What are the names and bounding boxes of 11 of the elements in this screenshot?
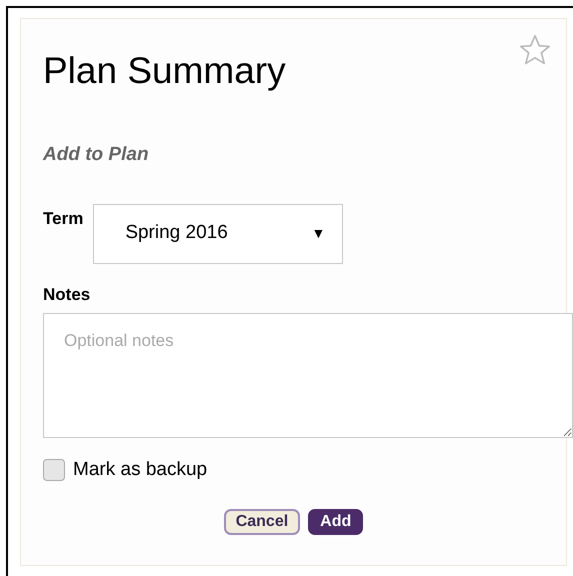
- notes-label: Notes: [43, 284, 92, 306]
- section-heading: Add to Plan: [43, 143, 150, 167]
- term-label: Term: [43, 208, 84, 230]
- backup-checkbox[interactable]: [43, 459, 65, 482]
- notes-field[interactable]: Optional notes: [43, 313, 573, 438]
- page-title: Plan Summary: [43, 49, 286, 93]
- cancel-button[interactable]: Cancel: [224, 508, 300, 534]
- term-select[interactable]: Spring 2016 ▼: [93, 204, 344, 264]
- backup-label: Mark as backup: [73, 458, 208, 482]
- star-icon[interactable]: [518, 33, 552, 67]
- add-button[interactable]: Add: [308, 508, 364, 534]
